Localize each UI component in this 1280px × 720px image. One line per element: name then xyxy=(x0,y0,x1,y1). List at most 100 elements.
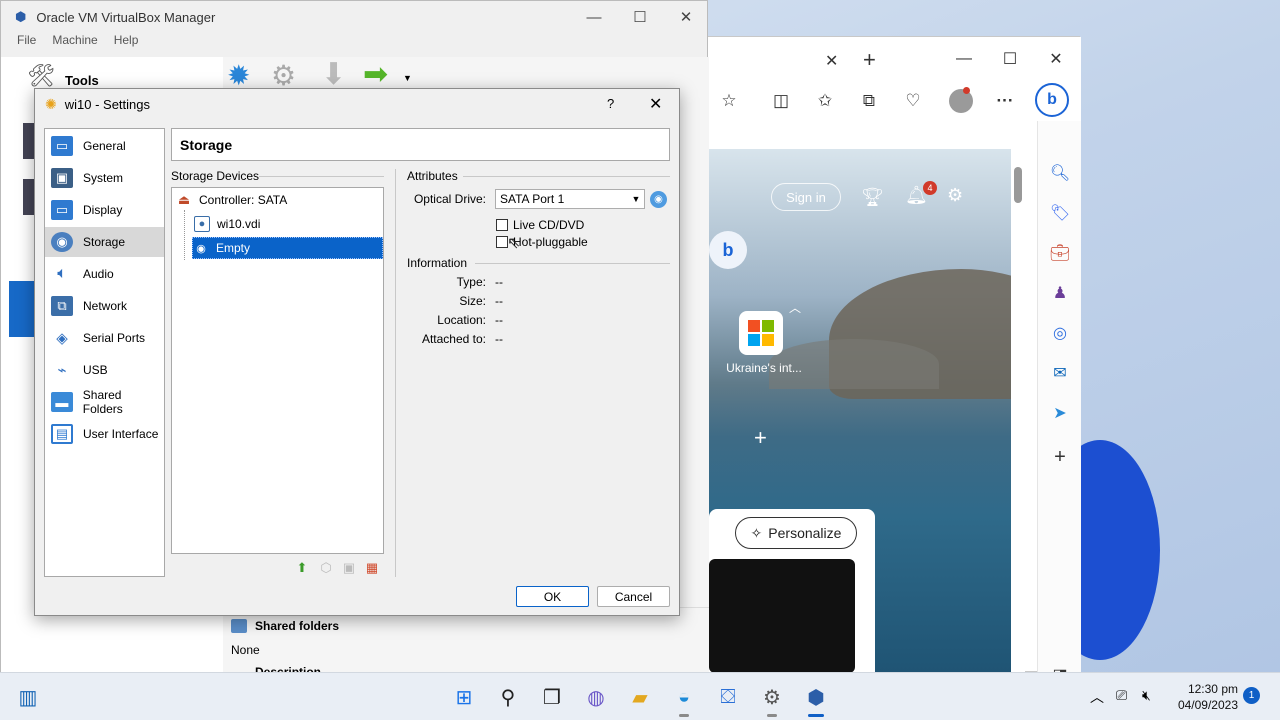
microsoft-365-icon[interactable]: ◎ xyxy=(1038,313,1082,353)
general-icon: ▭ xyxy=(51,136,73,156)
divider xyxy=(475,263,670,264)
add-sidebar-icon[interactable]: + xyxy=(1038,437,1082,477)
tree-disk-item[interactable]: ● wi10.vdi xyxy=(194,213,379,235)
personalize-button[interactable]: ✧ Personalize xyxy=(735,517,857,549)
store-icon[interactable]: ⛋ xyxy=(708,677,748,717)
nav-item-audio[interactable]: 🔈︎ Audio xyxy=(45,259,164,289)
settings-gear-icon[interactable]: ⚙ xyxy=(947,185,963,206)
menu-machine[interactable]: Machine xyxy=(44,33,105,53)
virtualbox-icon[interactable]: ⬢ xyxy=(796,677,836,717)
widgets-icon[interactable]: ▥ xyxy=(8,677,48,717)
edge-tab-bar: ✕ + — ☐ ✕ xyxy=(701,37,1081,81)
edge-sidebar: 🔍︎ 🏷︎ 💼︎ ♟ ◎ ✉ ➤ + ◨ xyxy=(1037,121,1082,684)
bing-chat-icon[interactable]: b xyxy=(1035,83,1069,117)
sign-in-button[interactable]: Sign in xyxy=(771,183,841,211)
search-icon[interactable]: ⚲ xyxy=(488,677,528,717)
search-icon[interactable]: 🔍︎ xyxy=(1038,153,1082,193)
quick-link-label[interactable]: Ukraine's int... xyxy=(709,361,819,375)
rewards-trophy-icon[interactable]: 🏆︎ xyxy=(861,187,884,208)
close-icon[interactable]: ✕ xyxy=(663,1,709,33)
remove-disk-icon[interactable]: ▣ xyxy=(340,559,358,577)
discard-arrow-icon[interactable]: ⬇ xyxy=(321,57,346,92)
clock[interactable]: 12:30 pm 04/09/2023 xyxy=(1168,681,1238,713)
collections-icon[interactable]: ⧉ xyxy=(855,87,883,115)
nav-item-usb[interactable]: ⌁ USB xyxy=(45,355,164,385)
help-button[interactable]: ? xyxy=(607,96,614,111)
file-explorer-icon[interactable]: ▰ xyxy=(620,677,660,717)
add-shortcut-icon[interactable]: + xyxy=(754,425,767,451)
live-cd-checkbox[interactable] xyxy=(496,219,508,231)
close-icon[interactable]: ✕ xyxy=(1033,37,1079,81)
tools-briefcase-icon[interactable]: 💼︎ xyxy=(1038,233,1082,273)
running-indicator xyxy=(767,714,777,717)
nav-item-user-interface[interactable]: ▤ User Interface xyxy=(45,419,164,449)
tree-optical-item[interactable]: ◉ Empty xyxy=(192,237,383,259)
remove-attachment-icon[interactable]: ▦ xyxy=(363,559,381,577)
tools-icon[interactable]: 🛠︎ xyxy=(27,63,55,89)
close-icon[interactable]: ✕ xyxy=(649,94,662,114)
shared-folders-icon: ▬ xyxy=(51,392,73,412)
new-tab-icon[interactable]: + xyxy=(863,47,876,73)
active-indicator xyxy=(808,714,824,717)
page-scrollbar[interactable] xyxy=(1011,149,1025,673)
microsoft-tile[interactable] xyxy=(739,311,783,355)
chat-icon[interactable]: ◍ xyxy=(576,677,616,717)
settings-gear-icon: ✺ xyxy=(45,95,57,112)
settings-nav-list: ▭ General ▣ System ▭ Display ◉ Storage 🔈… xyxy=(44,128,165,577)
nav-item-general[interactable]: ▭ General xyxy=(45,131,164,161)
network-tray-icon[interactable]: ⎚ xyxy=(1116,687,1127,704)
tray-overflow-icon[interactable]: ︿ xyxy=(1090,687,1104,707)
nav-item-storage[interactable]: ◉ Storage xyxy=(45,227,164,257)
favorite-star-icon[interactable]: ☆ xyxy=(715,87,743,115)
live-cd-row[interactable]: Live CD/DVD xyxy=(496,218,584,232)
menu-file[interactable]: File xyxy=(1,33,44,53)
optical-drive-select[interactable]: SATA Port 1 ▼ xyxy=(495,189,645,209)
games-icon[interactable]: ♟ xyxy=(1038,273,1082,313)
maximize-icon[interactable]: ☐ xyxy=(987,37,1033,81)
settings-icon[interactable]: ⚙ xyxy=(752,677,792,717)
add-attachment-icon[interactable]: ⬆ xyxy=(293,559,311,577)
nav-item-display[interactable]: ▭ Display xyxy=(45,195,164,225)
notification-count-badge[interactable]: 1 xyxy=(1243,687,1260,704)
maximize-icon[interactable]: ☐ xyxy=(617,1,663,33)
send-icon[interactable]: ➤ xyxy=(1038,393,1082,433)
nav-item-serial-ports[interactable]: ◈ Serial Ports xyxy=(45,323,164,353)
nav-item-shared-folders[interactable]: ▬ Shared Folders xyxy=(45,387,164,417)
news-card[interactable] xyxy=(709,559,855,673)
info-value: -- xyxy=(495,332,503,346)
collapse-chevron-icon[interactable]: ︿ xyxy=(789,299,801,316)
tree-controller-sata[interactable]: ⏏ Controller: SATA xyxy=(176,189,381,211)
more-options-icon[interactable]: ··· xyxy=(991,87,1019,115)
edge-icon[interactable]: ◒ xyxy=(664,677,704,717)
scrollbar-thumb[interactable] xyxy=(1014,167,1022,203)
minimize-icon[interactable]: — xyxy=(941,37,987,81)
choose-disk-icon[interactable]: ◉ xyxy=(650,190,667,208)
nav-item-system[interactable]: ▣ System xyxy=(45,163,164,193)
volume-muted-icon[interactable]: 🔇︎ xyxy=(1142,687,1151,704)
browser-essentials-icon[interactable]: ♡ xyxy=(899,87,927,115)
start-windows-icon[interactable]: ⊞ xyxy=(444,677,484,717)
close-tab-icon[interactable]: ✕ xyxy=(825,51,838,71)
nav-item-network[interactable]: ⧉ Network xyxy=(45,291,164,321)
storage-tree[interactable]: ⏏ Controller: SATA ● wi10.vdi ◉ Empty xyxy=(171,187,384,554)
cancel-button[interactable]: Cancel xyxy=(597,586,670,607)
clock-date: 04/09/2023 xyxy=(1177,698,1238,712)
split-screen-icon[interactable]: ◫ xyxy=(767,87,795,115)
profile-avatar[interactable] xyxy=(949,89,973,113)
task-view-icon[interactable]: ❐ xyxy=(532,677,572,717)
shopping-tag-icon[interactable]: 🏷︎ xyxy=(1038,193,1082,233)
outlook-icon[interactable]: ✉ xyxy=(1038,353,1082,393)
nav-label: Shared Folders xyxy=(82,388,123,416)
start-dropdown-icon[interactable]: ▼ xyxy=(403,73,412,83)
ok-button[interactable]: OK xyxy=(516,586,589,607)
bing-search-icon[interactable]: b xyxy=(709,231,747,269)
settings-title: wi10 - Settings xyxy=(64,96,150,112)
tools-label[interactable]: Tools xyxy=(65,73,99,88)
favorites-icon[interactable]: ✩ xyxy=(811,87,839,115)
add-disk-icon[interactable]: ⬡ xyxy=(317,559,335,577)
menu-help[interactable]: Help xyxy=(106,33,147,53)
controller-icon: ⏏ xyxy=(177,192,191,207)
user-interface-icon: ▤ xyxy=(51,424,73,444)
minimize-icon[interactable]: — xyxy=(571,1,617,33)
start-arrow-icon[interactable]: ➡ xyxy=(363,57,388,92)
